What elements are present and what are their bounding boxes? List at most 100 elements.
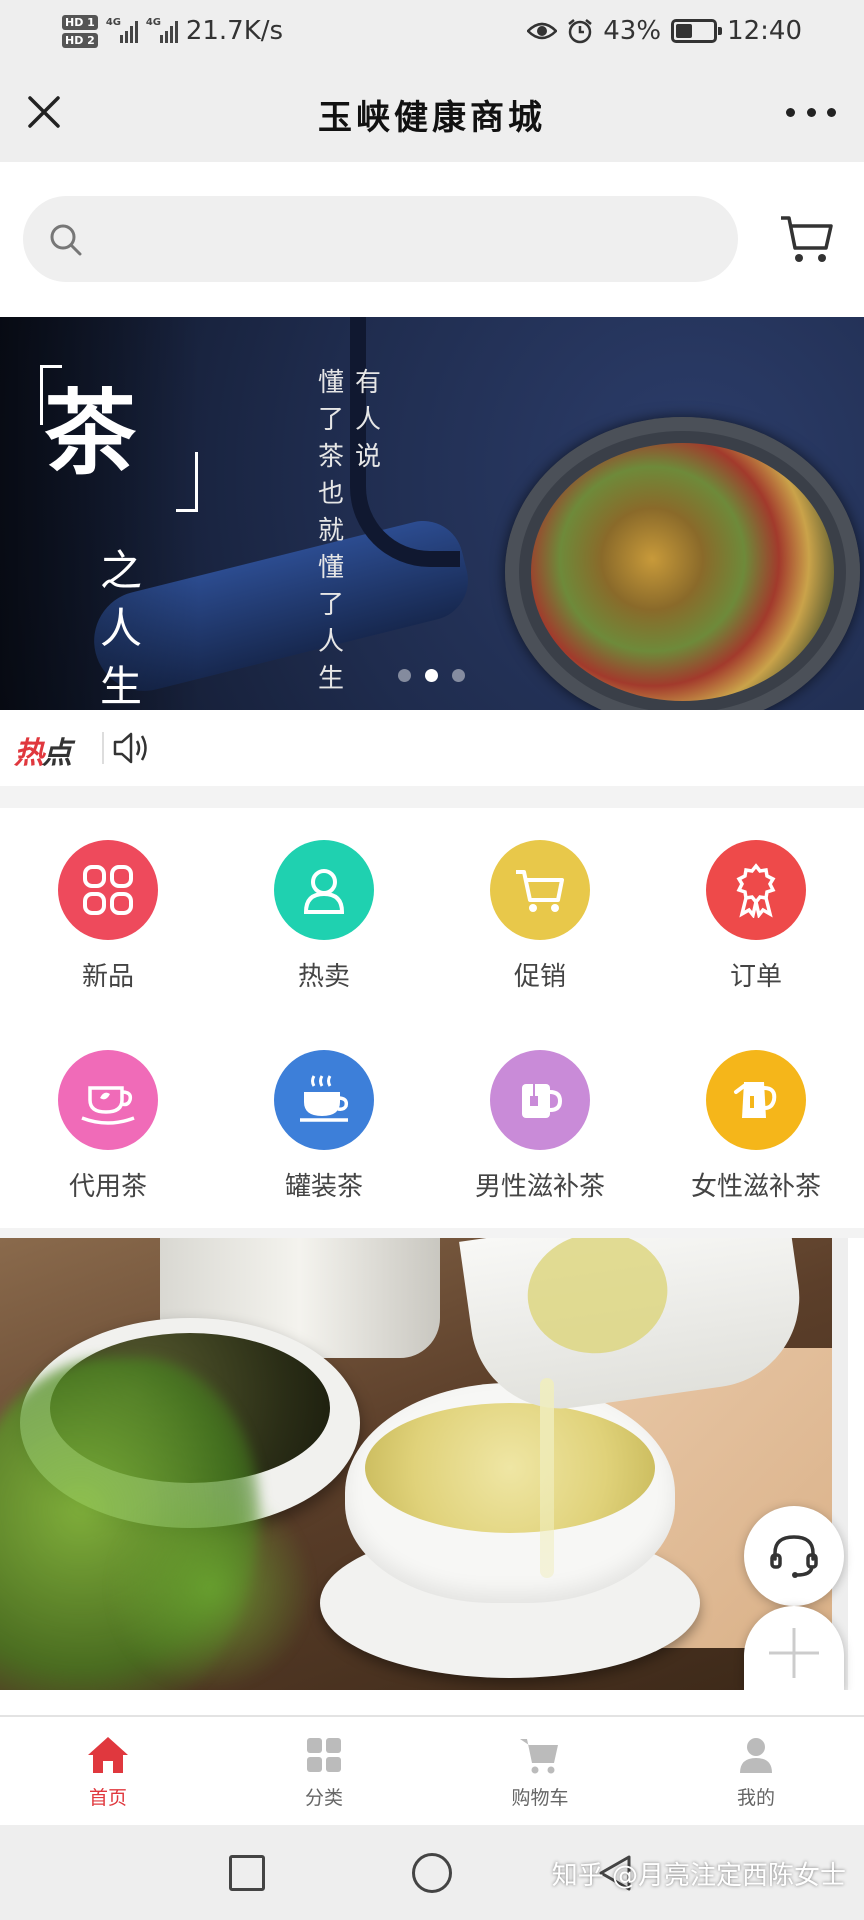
pitcher-tea-image (519, 1238, 676, 1363)
category-label: 女性滋补茶 (690, 1172, 821, 1202)
poem-char: 就 (317, 516, 344, 546)
search-input[interactable] (103, 196, 703, 282)
poem-char: 了 (317, 405, 344, 435)
home-icon (88, 1737, 128, 1773)
banner-carousel[interactable]: 茶 之 人 生 懂 了 茶 也 就 懂 了 人 生 有 人 说 (0, 317, 864, 710)
section-gap (0, 1690, 864, 1715)
tea-liquid-image (365, 1403, 655, 1533)
category-promotion[interactable]: 促销 (432, 840, 648, 993)
section-gap (0, 786, 864, 808)
category-orders[interactable]: 订单 (648, 840, 864, 993)
tea-bowl-image (505, 417, 860, 710)
customer-service-button[interactable] (744, 1506, 844, 1606)
pouring-tea-image (540, 1378, 554, 1578)
hot-news-bar[interactable]: 热点 (0, 710, 864, 786)
carousel-dots[interactable] (398, 669, 465, 682)
category-male-tonic-tea[interactable]: 男性滋补茶 (432, 1050, 648, 1203)
cart-icon (520, 1739, 558, 1774)
banner-subtitle-char: 人 (99, 604, 142, 653)
person-icon (303, 869, 345, 914)
carousel-dot[interactable] (398, 669, 411, 682)
kettle-icon (734, 1082, 777, 1118)
carousel-dot[interactable] (452, 669, 465, 682)
speaker-icon (113, 732, 147, 764)
battery-percent: 43% (603, 16, 662, 46)
category-icon-bg (274, 1050, 374, 1150)
more-button[interactable] (786, 90, 836, 134)
category-female-tonic-tea[interactable]: 女性滋补茶 (648, 1050, 864, 1203)
watermark: 知乎 @月亮注定西陈女士 (551, 1861, 846, 1891)
hot-cup-icon (300, 1075, 349, 1122)
status-left: HD 1 HD 2 4G 4G 21.7K/s (62, 6, 283, 56)
headset-icon (770, 1535, 818, 1578)
bracket-right (176, 452, 198, 512)
signal-icon: 4G (106, 17, 138, 43)
poem-char: 人 (317, 627, 344, 657)
category-icon-bg (706, 1050, 806, 1150)
plus-icon (769, 1628, 819, 1678)
more-icon (806, 107, 816, 117)
category-label: 促销 (513, 962, 566, 992)
category-label: 新品 (81, 962, 134, 992)
category-icon (307, 1738, 341, 1772)
hot-badge: 热点 (14, 728, 72, 772)
category-canned-tea[interactable]: 罐装茶 (216, 1050, 432, 1203)
status-right: 43% 12:40 (527, 6, 802, 56)
signal-icon: 4G (146, 17, 178, 43)
hd-indicators: HD 1 HD 2 (62, 14, 98, 48)
nav-label: 我的 (736, 1787, 775, 1809)
nav-label: 分类 (304, 1787, 343, 1809)
banner-poem-col-1: 懂 了 茶 也 就 懂 了 人 生 (315, 365, 347, 698)
banner-headline: 茶 (44, 379, 137, 487)
bottom-nav: 首页 分类 购物车 我的 (0, 1715, 864, 1825)
nav-profile[interactable]: 我的 (648, 1717, 864, 1825)
status-bar: HD 1 HD 2 4G 4G 21.7K/s 43% 12:40 (0, 0, 864, 62)
banner-subtitle-char: 之 (99, 546, 142, 595)
search-bar[interactable] (23, 196, 738, 282)
hot-badge-part2: 点 (42, 736, 72, 771)
tea-cup-image (345, 1383, 675, 1603)
hd2-indicator: HD 2 (62, 32, 98, 48)
divider (102, 732, 104, 764)
eye-icon (527, 22, 558, 40)
category-icon-bg (58, 1050, 158, 1150)
category-icon-bg (706, 840, 806, 940)
banner-poem-col-2: 有 人 说 (352, 365, 384, 476)
poem-char: 懂 (317, 553, 344, 583)
poem-char: 也 (317, 479, 344, 509)
home-button[interactable] (412, 1853, 452, 1893)
promo-edge (832, 1238, 848, 1690)
user-icon (740, 1738, 772, 1773)
category-icon-bg (490, 1050, 590, 1150)
promo-banner-image[interactable] (0, 1238, 848, 1690)
grid-icon (83, 865, 133, 915)
nav-cart[interactable]: 购物车 (432, 1717, 648, 1825)
search-row (0, 162, 864, 317)
poem-char: 懂 (317, 368, 344, 398)
category-label: 热卖 (297, 962, 350, 992)
nav-category[interactable]: 分类 (216, 1717, 432, 1825)
banner-subtitle: 之 人 生 (96, 542, 146, 710)
cart-icon[interactable] (778, 212, 836, 268)
poem-char: 茶 (317, 442, 344, 472)
nav-home[interactable]: 首页 (0, 1717, 216, 1825)
category-icon-bg (274, 840, 374, 940)
category-new[interactable]: 新品 (0, 840, 216, 993)
banner-subtitle-char: 生 (99, 662, 142, 710)
carousel-dot[interactable] (425, 669, 438, 682)
poem-char: 人 (354, 405, 381, 435)
leaf-image (110, 1478, 310, 1690)
section-gap (0, 1228, 864, 1238)
battery-level (676, 24, 692, 38)
category-hot-sale[interactable]: 热卖 (216, 840, 432, 993)
title-bar: 玉峡健康商城 (0, 62, 864, 162)
system-nav-bar: 知乎 @月亮注定西陈女士 (0, 1825, 864, 1920)
recents-button[interactable] (229, 1855, 265, 1891)
cart-icon (516, 870, 564, 912)
clock: 12:40 (727, 16, 802, 46)
more-icon (827, 107, 836, 117)
page-title: 玉峡健康商城 (318, 98, 546, 138)
category-label: 男性滋补茶 (474, 1172, 605, 1202)
category-substitute-tea[interactable]: 代用茶 (0, 1050, 216, 1203)
poem-char: 说 (354, 442, 381, 472)
